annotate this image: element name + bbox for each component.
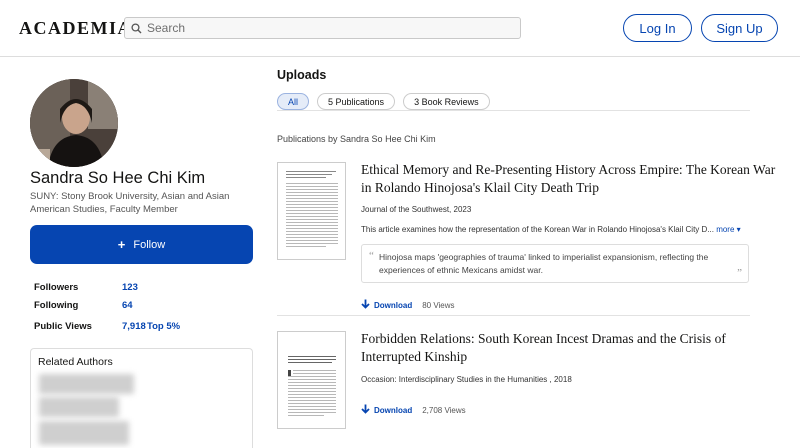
followers-count[interactable]: 123: [122, 282, 138, 293]
uploads-tabs: All 5 Publications 3 Book Reviews: [277, 93, 490, 110]
follow-label: Follow: [133, 238, 166, 251]
academia-logo[interactable]: ACADEMIA: [19, 18, 132, 39]
download-link[interactable]: Download: [374, 406, 412, 415]
following-count[interactable]: 64: [122, 300, 133, 311]
related-author-placeholder: [39, 374, 134, 394]
paper-journal: Occasion: Interdisciplinary Studies in t…: [361, 375, 572, 384]
download-row: Download 2,708 Views: [361, 401, 466, 419]
public-views-label: Public Views: [34, 321, 92, 332]
plus-icon: +: [117, 237, 126, 252]
download-icon[interactable]: [361, 296, 370, 314]
paper-journal: Journal of the Southwest, 2023: [361, 205, 472, 214]
paper-title[interactable]: Forbidden Relations: South Korean Incest…: [361, 330, 781, 366]
avatar: [30, 79, 118, 167]
search-icon: [125, 18, 147, 38]
tab-all[interactable]: All: [277, 93, 310, 110]
search-placeholder: Search: [147, 21, 186, 35]
item-divider: [277, 315, 750, 316]
abstract-text: This article examines how the representa…: [361, 225, 714, 234]
tab-book-reviews[interactable]: 3 Book Reviews: [403, 93, 490, 110]
more-link[interactable]: more ▾: [716, 225, 740, 234]
tabs-divider: [277, 110, 750, 111]
view-count: 80 Views: [422, 300, 455, 310]
paper-title[interactable]: Ethical Memory and Re-Presenting History…: [361, 161, 781, 197]
related-authors-title: Related Authors: [38, 356, 113, 368]
quote-icon: “: [369, 250, 374, 262]
paper-thumbnail[interactable]: [277, 331, 346, 429]
paper-quote: “ Hinojosa maps 'geographies of trauma' …: [361, 244, 749, 283]
search-box[interactable]: Search: [124, 17, 521, 39]
uploads-heading: Uploads: [277, 68, 327, 82]
related-author-placeholder: [39, 421, 129, 445]
caret-down-icon: ▾: [736, 225, 741, 234]
paper-thumbnail[interactable]: [277, 162, 346, 260]
quote-text: Hinojosa maps 'geographies of trauma' li…: [379, 252, 709, 275]
view-count: 2,708 Views: [422, 405, 466, 415]
top-percent-badge: Top 5%: [147, 321, 181, 332]
publications-by-label: Publications by Sandra So Hee Chi Kim: [277, 134, 436, 144]
tab-publications[interactable]: 5 Publications: [317, 93, 396, 110]
profile-affiliation: SUNY: Stony Brook University, Asian and …: [30, 191, 230, 215]
signup-button[interactable]: Sign Up: [701, 14, 778, 42]
download-row: Download 80 Views: [361, 296, 455, 314]
download-link[interactable]: Download: [374, 301, 412, 310]
login-button[interactable]: Log In: [623, 14, 692, 42]
profile-name: Sandra So Hee Chi Kim: [30, 169, 206, 187]
following-label: Following: [34, 300, 79, 311]
quote-close-icon: ”: [737, 267, 742, 279]
related-authors-panel: Related Authors: [30, 348, 253, 448]
public-views-count: 7,918: [122, 321, 146, 332]
top-bar: ACADEMIA Search Log In Sign Up: [0, 0, 800, 57]
followers-label: Followers: [34, 282, 79, 293]
paper-abstract: This article examines how the representa…: [361, 225, 741, 234]
download-icon[interactable]: [361, 401, 370, 419]
follow-button[interactable]: + Follow: [30, 225, 253, 264]
related-author-placeholder: [39, 397, 119, 417]
